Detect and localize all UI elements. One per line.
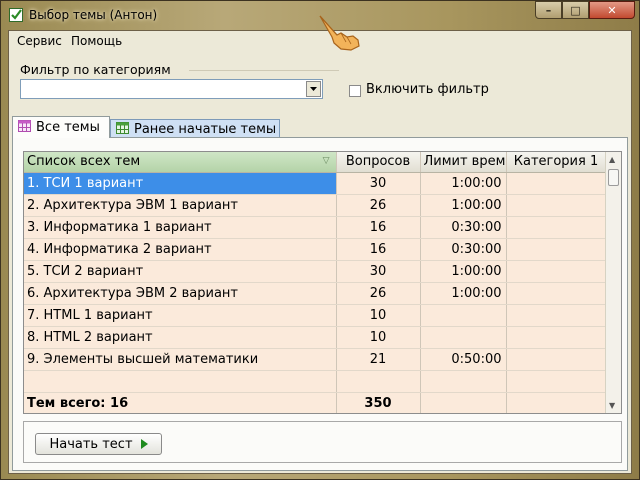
cell-category [506, 304, 607, 327]
table-row[interactable]: 7. HTML 1 вариант 10 [24, 304, 607, 327]
grid-header-row: Список всех тем ▽ Вопросов Лимит време Ка… [24, 152, 607, 173]
app-window: Выбор темы (Антон) – □ ✕ Сервис Помощь Ф… [0, 0, 640, 480]
table-row[interactable]: 6. Архитектура ЭВМ 2 вариант 26 1:00:00 [24, 282, 607, 305]
cell-topic-name: 6. Архитектура ЭВМ 2 вариант [24, 282, 337, 305]
cell-category [506, 370, 607, 393]
total-empty-cell [506, 392, 607, 413]
cell-questions [336, 370, 421, 393]
cell-topic-name: 4. Информатика 2 вариант [24, 238, 337, 261]
cell-time-limit: 1:00:00 [420, 194, 507, 217]
play-icon [140, 439, 148, 449]
cell-category [506, 260, 607, 283]
cell-questions: 16 [336, 238, 421, 261]
start-test-label: Начать тест [49, 436, 133, 452]
table-row[interactable]: 8. HTML 2 вариант 10 [24, 326, 607, 349]
cell-time-limit [420, 326, 507, 349]
cell-topic-name: 3. Информатика 1 вариант [24, 216, 337, 239]
sort-icon: ▽ [322, 156, 330, 166]
cell-topic-name [24, 370, 337, 393]
cell-topic-name: 5. ТСИ 2 вариант [24, 260, 337, 283]
category-filter-combo[interactable] [20, 79, 323, 99]
vertical-scrollbar[interactable]: ▲ ▼ [605, 152, 621, 413]
enable-filter-label[interactable]: Включить фильтр [366, 82, 489, 97]
cell-category [506, 282, 607, 305]
cell-topic-name: 7. HTML 1 вариант [24, 304, 337, 327]
cell-questions: 10 [336, 326, 421, 349]
cell-time-limit: 1:00:00 [420, 260, 507, 283]
cell-category [506, 194, 607, 217]
tab-all-topics[interactable]: Все темы [12, 116, 110, 138]
column-header-topics[interactable]: Список всех тем ▽ [24, 152, 337, 173]
column-header-time-limit[interactable]: Лимит време [420, 152, 507, 173]
cell-questions: 26 [336, 282, 421, 305]
cell-category [506, 216, 607, 239]
scroll-down-icon[interactable]: ▼ [609, 401, 615, 410]
maximize-button[interactable]: □ [562, 1, 589, 19]
table-row[interactable]: 3. Информатика 1 вариант 16 0:30:00 [24, 216, 607, 239]
cell-time-limit: 1:00:00 [420, 282, 507, 305]
table-row[interactable]: 2. Архитектура ЭВМ 1 вариант 26 1:00:00 [24, 194, 607, 217]
cell-time-limit: 1:00:00 [420, 172, 507, 195]
table-icon [18, 119, 31, 136]
group-divider [189, 70, 339, 71]
table-row[interactable]: 4. Информатика 2 вариант 16 0:30:00 [24, 238, 607, 261]
close-button[interactable]: ✕ [589, 1, 635, 19]
enable-filter-checkbox[interactable] [349, 85, 361, 97]
caption-buttons: – □ ✕ [535, 1, 635, 20]
cell-questions: 21 [336, 348, 421, 371]
column-header-questions[interactable]: Вопросов [336, 152, 421, 173]
topics-grid[interactable]: Список всех тем ▽ Вопросов Лимит време Ка… [23, 151, 622, 414]
scroll-up-icon[interactable]: ▲ [609, 155, 615, 164]
cell-category [506, 326, 607, 349]
cell-category [506, 172, 607, 195]
cell-questions: 30 [336, 172, 421, 195]
table-row[interactable]: 9. Элементы высшей математики 21 0:50:00 [24, 348, 607, 371]
cell-time-limit: 0:50:00 [420, 348, 507, 371]
cell-category [506, 348, 607, 371]
app-check-icon [9, 8, 23, 22]
column-header-category[interactable]: Категория 1 [506, 152, 607, 173]
menu-item-help[interactable]: Помощь [71, 34, 122, 48]
dropdown-arrow-icon[interactable] [306, 81, 321, 97]
cell-questions: 26 [336, 194, 421, 217]
cell-category [506, 238, 607, 261]
cell-time-limit: 0:30:00 [420, 216, 507, 239]
table-row[interactable]: 1. ТСИ 1 вариант 30 1:00:00 [24, 172, 607, 195]
start-test-button[interactable]: Начать тест [35, 433, 162, 455]
cell-time-limit: 0:30:00 [420, 238, 507, 261]
minimize-button[interactable]: – [535, 1, 562, 19]
action-panel: Начать тест [23, 421, 622, 463]
tab-panel: Список всех тем ▽ Вопросов Лимит време Ка… [12, 137, 628, 471]
cell-topic-name: 9. Элементы высшей математики [24, 348, 337, 371]
topics-table: Список всех тем ▽ Вопросов Лимит време Ка… [24, 152, 607, 413]
cell-questions: 10 [336, 304, 421, 327]
hand-cursor-icon [317, 13, 363, 56]
cell-questions: 30 [336, 260, 421, 283]
menu-item-service[interactable]: Сервис [17, 34, 62, 48]
total-row: Тем всего: 16 350 [24, 392, 607, 413]
total-empty-cell [420, 392, 507, 413]
scrollbar-thumb[interactable] [608, 169, 619, 186]
cell-questions: 16 [336, 216, 421, 239]
tab-all-topics-label: Все темы [36, 120, 100, 135]
tab-started-topics[interactable]: Ранее начатые темы [110, 119, 280, 139]
cell-topic-name: 1. ТСИ 1 вариант [24, 172, 337, 195]
table-row[interactable] [24, 370, 607, 393]
window-title: Выбор темы (Антон) [29, 8, 158, 22]
tab-started-topics-label: Ранее начатые темы [134, 122, 277, 137]
cell-topic-name: 8. HTML 2 вариант [24, 326, 337, 349]
cell-topic-name: 2. Архитектура ЭВМ 1 вариант [24, 194, 337, 217]
cell-time-limit [420, 304, 507, 327]
total-questions: 350 [336, 392, 421, 413]
table-icon [116, 121, 129, 138]
client-area: Сервис Помощь Фильтр по категориям Включ… [8, 30, 632, 474]
total-label: Тем всего: 16 [24, 392, 337, 413]
table-row[interactable]: 5. ТСИ 2 вариант 30 1:00:00 [24, 260, 607, 283]
filter-label: Фильтр по категориям [20, 62, 171, 77]
cell-time-limit [420, 370, 507, 393]
